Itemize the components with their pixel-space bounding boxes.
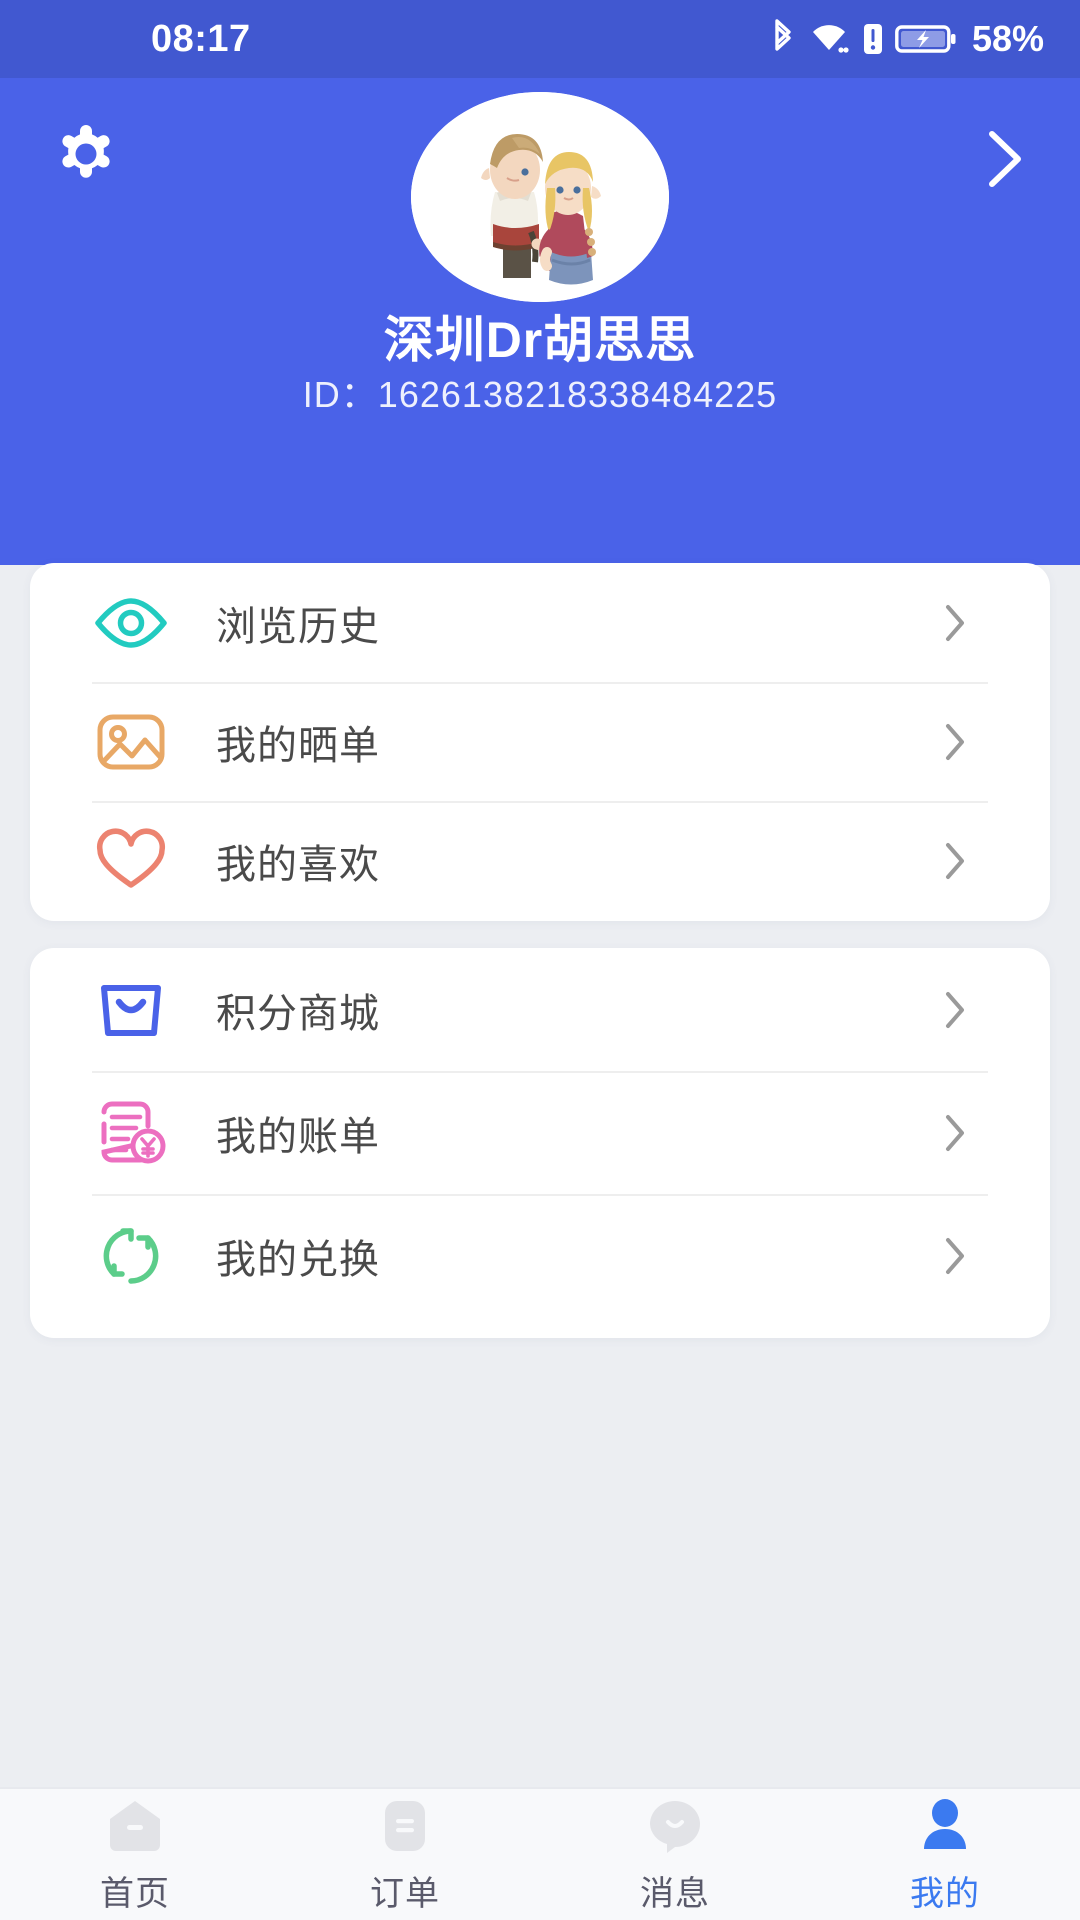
tab-label: 首页	[100, 1874, 170, 1913]
tab-label: 消息	[640, 1874, 710, 1913]
person-icon	[914, 1795, 976, 1857]
profile-forward-chevron-right-icon[interactable]	[974, 122, 1034, 196]
tab-mine[interactable]: 我的	[810, 1789, 1080, 1920]
activity-card: 浏览历史 我的晒单 我的喜欢	[30, 563, 1050, 921]
tab-home[interactable]: 首页	[0, 1789, 270, 1920]
home-icon	[104, 1795, 166, 1857]
battery-percent-label: 58%	[971, 18, 1044, 59]
menu-item-points-mall[interactable]: 积分商城	[30, 948, 1050, 1071]
wifi-icon	[807, 18, 851, 60]
message-icon	[644, 1795, 706, 1857]
avatar[interactable]	[411, 92, 669, 302]
status-bar: 08:17 58%	[0, 0, 1080, 78]
status-bar-clock: 08:17	[151, 17, 251, 60]
menu-item-label: 我的晒单	[216, 723, 380, 768]
chevron-right-icon	[940, 719, 970, 765]
battery-charging-icon	[895, 18, 957, 60]
image-icon	[92, 703, 170, 781]
menu-item-my-exchange[interactable]: 我的兑换	[30, 1194, 1050, 1317]
menu-item-label: 我的兑换	[216, 1237, 380, 1282]
shopping-bag-icon	[92, 971, 170, 1049]
tab-label: 我的	[910, 1874, 980, 1913]
app-screen: 08:17 58% 深圳Dr胡思思 ID：1626138218338484225…	[0, 0, 1080, 1920]
tab-label: 订单	[370, 1874, 440, 1913]
user-id-label: ID：	[302, 374, 378, 415]
profile-header: 深圳Dr胡思思 ID：1626138218338484225	[0, 78, 1080, 565]
page-title: 深圳Dr胡思思	[383, 312, 697, 368]
chevron-right-icon	[940, 1233, 970, 1279]
menu-item-my-reviews[interactable]: 我的晒单	[30, 682, 1050, 801]
heart-icon	[92, 822, 170, 900]
sim-alert-icon	[862, 18, 884, 60]
bill-yuan-icon	[92, 1094, 170, 1172]
tab-messages[interactable]: 消息	[540, 1789, 810, 1920]
menu-item-label: 我的喜欢	[216, 842, 380, 887]
bluetooth-icon	[770, 18, 796, 60]
user-id-value: 1626138218338484225	[377, 374, 778, 415]
eye-icon	[92, 584, 170, 662]
chevron-right-icon	[940, 1110, 970, 1156]
order-list-icon	[374, 1795, 436, 1857]
menu-item-label: 我的账单	[216, 1114, 380, 1159]
menu-item-my-favorites[interactable]: 我的喜欢	[30, 801, 1050, 920]
user-id: ID：1626138218338484225	[0, 366, 1080, 418]
chevron-right-icon	[940, 600, 970, 646]
menu-item-my-bills[interactable]: 我的账单	[30, 1071, 1050, 1194]
status-bar-icons: 58%	[770, 18, 1044, 60]
menu-item-browse-history[interactable]: 浏览历史	[30, 563, 1050, 682]
points-card: 积分商城 我的账单 我的兑换	[30, 948, 1050, 1338]
bottom-navigation: 首页 订单 消息 我的	[0, 1787, 1080, 1920]
gear-icon[interactable]	[48, 116, 124, 192]
tab-orders[interactable]: 订单	[270, 1789, 540, 1920]
menu-item-label: 浏览历史	[216, 604, 380, 649]
chevron-right-icon	[940, 987, 970, 1033]
chevron-right-icon	[940, 838, 970, 884]
exchange-refresh-icon	[92, 1217, 170, 1295]
menu-item-label: 积分商城	[216, 991, 380, 1036]
